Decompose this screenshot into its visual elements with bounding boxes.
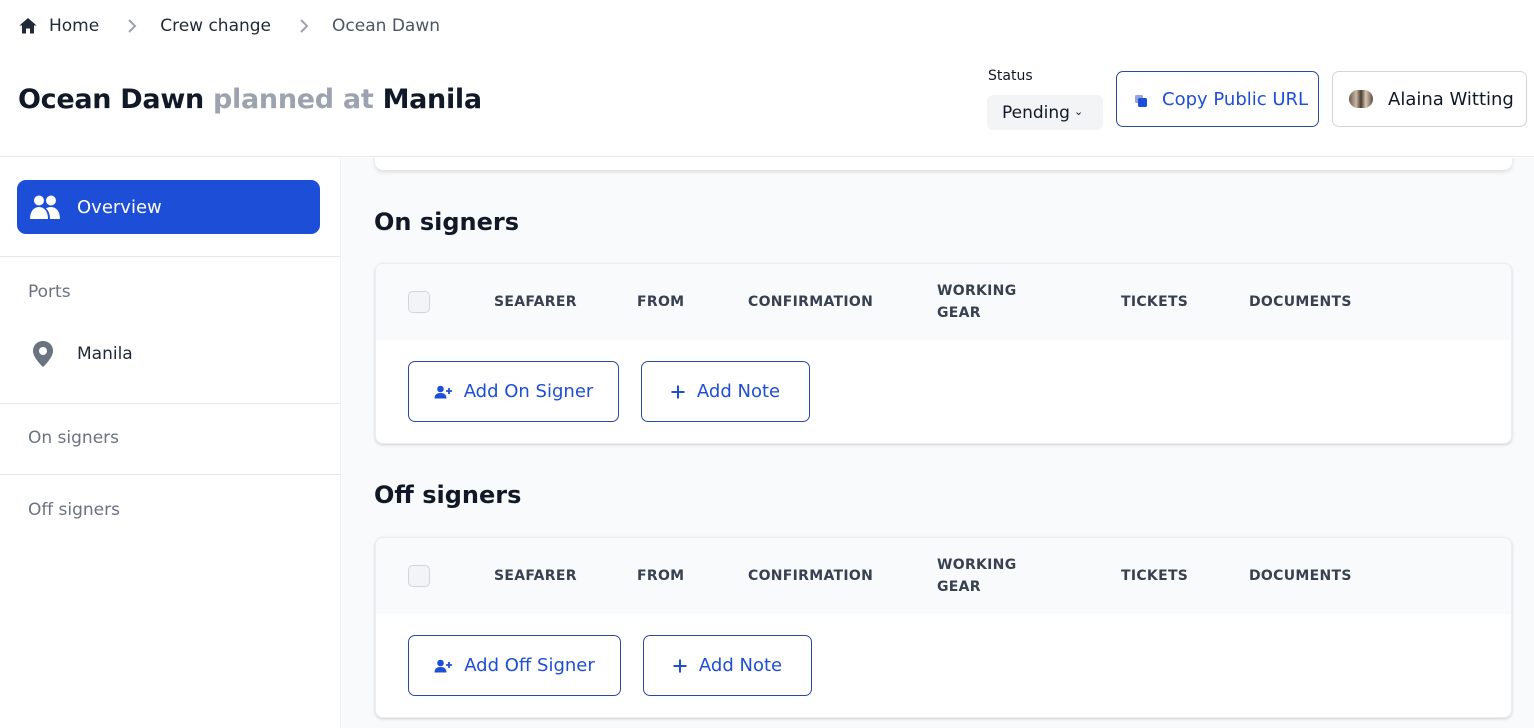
column-tickets[interactable]: TICKETS <box>1121 565 1188 587</box>
on-signers-card: SEAFARER FROM CONFIRMATION WORKING GEAR … <box>375 263 1512 444</box>
select-all-checkbox[interactable] <box>408 565 430 587</box>
page-title: Ocean Dawn planned at Manila <box>18 84 482 115</box>
column-documents[interactable]: DOCUMENTS <box>1249 291 1352 313</box>
chevron-right-icon <box>298 18 310 34</box>
chevron-down-icon: ⌄ <box>1073 105 1084 118</box>
add-off-signer-button[interactable]: Add Off Signer <box>408 635 621 696</box>
column-from[interactable]: FROM <box>637 565 684 587</box>
add-note-button[interactable]: Add Note <box>643 635 812 696</box>
table-header: SEAFARER FROM CONFIRMATION WORKING GEAR … <box>376 264 1511 340</box>
divider <box>0 256 341 257</box>
home-icon[interactable] <box>18 16 38 36</box>
on-signers-title: On signers <box>374 208 520 236</box>
main-content: On signers SEAFARER FROM CONFIRMATION WO… <box>342 158 1534 728</box>
add-on-signer-button[interactable]: Add On Signer <box>408 361 619 422</box>
sidebar: Overview Ports Manila On signers Off sig… <box>0 158 341 728</box>
breadcrumb-crew-change[interactable]: Crew change <box>160 16 271 36</box>
user-plus-icon <box>434 385 452 399</box>
map-pin-icon <box>30 340 56 368</box>
copy-public-url-button[interactable]: Copy Public URL <box>1116 71 1319 127</box>
page-header: Home Crew change Ocean Dawn Ocean Dawn p… <box>0 0 1534 157</box>
port-label: Manila <box>77 344 133 364</box>
add-off-signer-label: Add Off Signer <box>464 655 595 676</box>
breadcrumb-home[interactable]: Home <box>49 16 99 36</box>
plus-icon <box>671 385 685 399</box>
column-documents[interactable]: DOCUMENTS <box>1249 565 1352 587</box>
breadcrumb: Home Crew change Ocean Dawn <box>18 13 440 39</box>
sidebar-item-overview-label: Overview <box>77 196 162 218</box>
column-working-gear[interactable]: WORKING GEAR <box>937 280 1037 324</box>
column-working-gear-line1: WORKING <box>937 283 1017 299</box>
title-port: Manila <box>382 84 483 115</box>
user-menu-button[interactable]: Alaina Witting <box>1332 71 1527 127</box>
previous-card <box>375 158 1512 170</box>
ports-heading: Ports <box>28 282 71 302</box>
avatar <box>1349 90 1373 108</box>
column-working-gear-line2: GEAR <box>937 579 981 595</box>
divider <box>0 403 341 404</box>
divider <box>0 474 341 475</box>
sidebar-item-overview[interactable]: Overview <box>17 180 320 234</box>
column-working-gear-line1: WORKING <box>937 557 1017 573</box>
column-from[interactable]: FROM <box>637 291 684 313</box>
sidebar-link-off-signers[interactable]: Off signers <box>28 500 120 520</box>
add-on-signer-label: Add On Signer <box>463 381 594 402</box>
column-confirmation[interactable]: CONFIRMATION <box>748 565 873 587</box>
title-connector: planned at <box>213 84 374 115</box>
status-value: Pending <box>1002 102 1070 123</box>
table-header: SEAFARER FROM CONFIRMATION WORKING GEAR … <box>376 538 1511 614</box>
column-working-gear-line2: GEAR <box>937 305 981 321</box>
status-label: Status <box>988 68 1033 84</box>
column-tickets[interactable]: TICKETS <box>1121 291 1188 313</box>
add-note-label: Add Note <box>698 655 783 676</box>
plus-icon <box>673 659 687 673</box>
title-vessel: Ocean Dawn <box>18 84 204 115</box>
user-plus-icon <box>434 659 453 673</box>
add-note-button[interactable]: Add Note <box>641 361 810 422</box>
select-all-checkbox[interactable] <box>408 291 430 313</box>
sidebar-item-port-manila[interactable]: Manila <box>30 340 133 368</box>
column-confirmation[interactable]: CONFIRMATION <box>748 291 873 313</box>
add-note-label: Add Note <box>696 381 781 402</box>
chevron-right-icon <box>126 18 138 34</box>
breadcrumb-current: Ocean Dawn <box>332 16 440 36</box>
users-icon <box>29 194 61 220</box>
copy-public-url-label: Copy Public URL <box>1162 88 1309 110</box>
user-name: Alaina Witting <box>1388 88 1514 110</box>
copy-icon <box>1134 92 1148 107</box>
column-working-gear[interactable]: WORKING GEAR <box>937 554 1037 598</box>
status-select[interactable]: Pending ⌄ <box>987 95 1103 130</box>
column-seafarer[interactable]: SEAFARER <box>494 291 577 313</box>
sidebar-link-on-signers[interactable]: On signers <box>28 428 119 448</box>
off-signers-title: Off signers <box>374 481 522 509</box>
column-seafarer[interactable]: SEAFARER <box>494 565 577 587</box>
off-signers-card: SEAFARER FROM CONFIRMATION WORKING GEAR … <box>375 537 1512 718</box>
